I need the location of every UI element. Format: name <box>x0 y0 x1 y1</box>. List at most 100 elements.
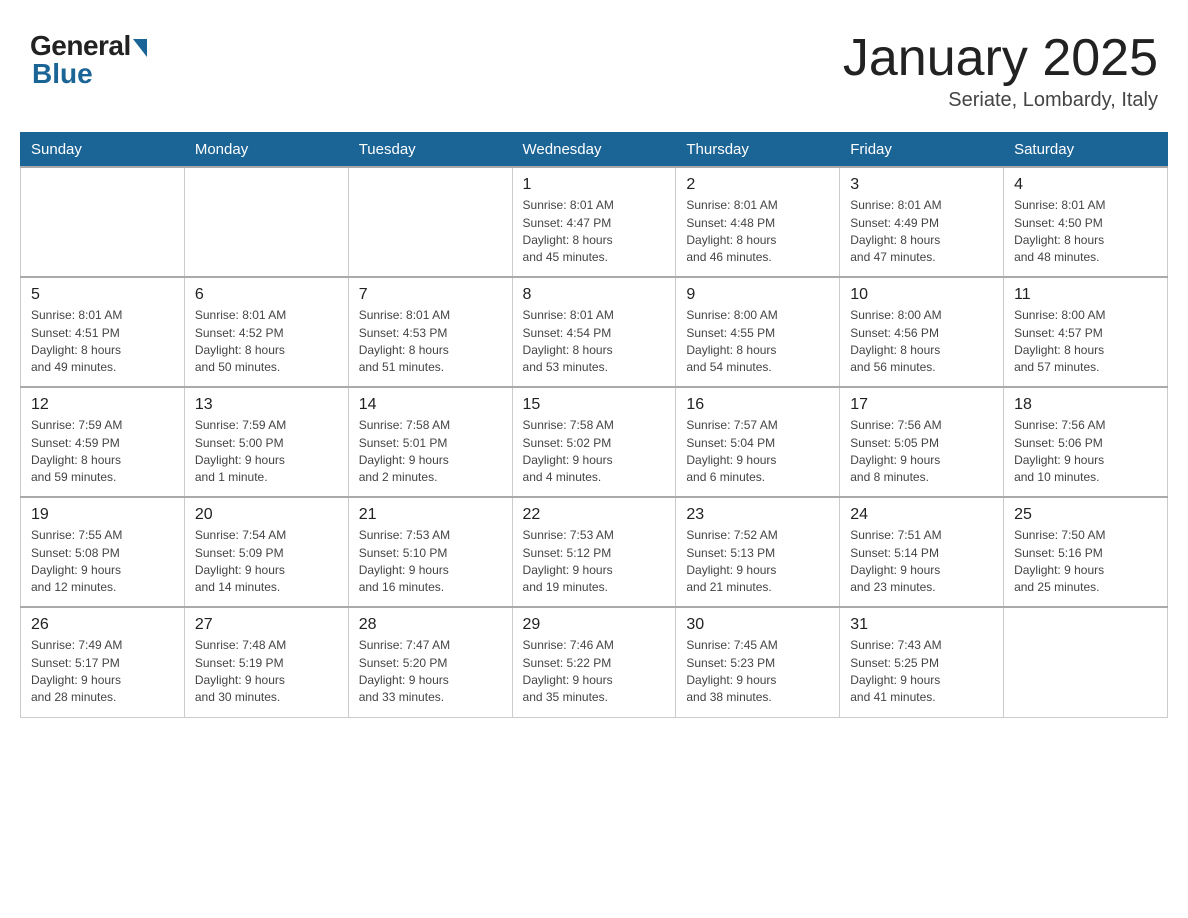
sun-info: Sunrise: 7:45 AM Sunset: 5:23 PM Dayligh… <box>686 637 829 707</box>
day-number: 10 <box>850 286 993 304</box>
day-number: 26 <box>31 616 174 634</box>
calendar-cell: 29 Sunrise: 7:46 AM Sunset: 5:22 PM Dayli… <box>512 607 676 717</box>
sun-info: Sunrise: 7:43 AM Sunset: 5:25 PM Dayligh… <box>850 637 993 707</box>
calendar-cell: 30 Sunrise: 7:45 AM Sunset: 5:23 PM Dayli… <box>676 607 840 717</box>
day-number: 31 <box>850 616 993 634</box>
sun-info: Sunrise: 7:56 AM Sunset: 5:06 PM Dayligh… <box>1014 417 1157 487</box>
sun-info: Sunrise: 7:48 AM Sunset: 5:19 PM Dayligh… <box>195 637 338 707</box>
calendar-cell: 21Sunrise: 7:53 AM Sunset: 5:10 PM Dayli… <box>348 497 512 607</box>
calendar-week-row: 19Sunrise: 7:55 AM Sunset: 5:08 PM Dayli… <box>21 497 1168 607</box>
calendar-week-row: 12Sunrise: 7:59 AM Sunset: 4:59 PM Dayli… <box>21 387 1168 497</box>
calendar-cell: 14 Sunrise: 7:58 AM Sunset: 5:01 PM Dayli… <box>348 387 512 497</box>
calendar-cell <box>21 167 185 277</box>
calendar-cell: 13 Sunrise: 7:59 AM Sunset: 5:00 PM Dayli… <box>184 387 348 497</box>
sun-info: Sunrise: 7:47 AM Sunset: 5:20 PM Dayligh… <box>359 637 502 707</box>
day-number: 30 <box>686 616 829 634</box>
sun-info: Sunrise: 7:58 AM Sunset: 5:02 PM Dayligh… <box>523 417 666 487</box>
calendar-cell <box>1004 607 1168 717</box>
day-number: 13 <box>195 396 338 414</box>
sun-info: Sunrise: 8:01 AM Sunset: 4:52 PM Dayligh… <box>195 307 338 377</box>
sun-info: Sunrise: 8:01 AM Sunset: 4:48 PM Dayligh… <box>686 197 829 267</box>
sun-info: Sunrise: 8:01 AM Sunset: 4:53 PM Dayligh… <box>359 307 502 377</box>
day-number: 29 <box>523 616 666 634</box>
calendar-cell: 2 Sunrise: 8:01 AM Sunset: 4:48 PM Daylig… <box>676 167 840 277</box>
sun-info: Sunrise: 7:53 AM Sunset: 5:12 PM Dayligh… <box>523 527 666 597</box>
day-number: 24 <box>850 506 993 524</box>
day-number: 9 <box>686 286 829 304</box>
calendar-cell: 1 Sunrise: 8:01 AM Sunset: 4:47 PM Daylig… <box>512 167 676 277</box>
calendar-cell: 12Sunrise: 7:59 AM Sunset: 4:59 PM Dayli… <box>21 387 185 497</box>
calendar-cell: 15Sunrise: 7:58 AM Sunset: 5:02 PM Dayli… <box>512 387 676 497</box>
day-number: 11 <box>1014 286 1157 304</box>
calendar-cell: 16 Sunrise: 7:57 AM Sunset: 5:04 PM Dayli… <box>676 387 840 497</box>
calendar-cell: 28 Sunrise: 7:47 AM Sunset: 5:20 PM Dayli… <box>348 607 512 717</box>
sun-info: Sunrise: 7:54 AM Sunset: 5:09 PM Dayligh… <box>195 527 338 597</box>
calendar-header-friday: Friday <box>840 133 1004 168</box>
sun-info: Sunrise: 7:57 AM Sunset: 5:04 PM Dayligh… <box>686 417 829 487</box>
day-number: 8 <box>523 286 666 304</box>
calendar-cell: 23 Sunrise: 7:52 AM Sunset: 5:13 PM Dayli… <box>676 497 840 607</box>
day-number: 2 <box>686 176 829 194</box>
page-header: General Blue January 2025 Seriate, Lomba… <box>20 20 1168 122</box>
sun-info: Sunrise: 8:01 AM Sunset: 4:51 PM Dayligh… <box>31 307 174 377</box>
calendar-header-tuesday: Tuesday <box>348 133 512 168</box>
calendar-cell: 9 Sunrise: 8:00 AM Sunset: 4:55 PM Daylig… <box>676 277 840 387</box>
calendar-header-thursday: Thursday <box>676 133 840 168</box>
calendar-header-sunday: Sunday <box>21 133 185 168</box>
day-number: 22 <box>523 506 666 524</box>
calendar-cell: 25 Sunrise: 7:50 AM Sunset: 5:16 PM Dayli… <box>1004 497 1168 607</box>
calendar-title: January 2025 <box>843 30 1158 87</box>
sun-info: Sunrise: 8:00 AM Sunset: 4:57 PM Dayligh… <box>1014 307 1157 377</box>
calendar-cell: 10 Sunrise: 8:00 AM Sunset: 4:56 PM Dayli… <box>840 277 1004 387</box>
sun-info: Sunrise: 7:46 AM Sunset: 5:22 PM Dayligh… <box>523 637 666 707</box>
sun-info: Sunrise: 7:59 AM Sunset: 5:00 PM Dayligh… <box>195 417 338 487</box>
title-block: January 2025 Seriate, Lombardy, Italy <box>843 30 1158 112</box>
day-number: 12 <box>31 396 174 414</box>
sun-info: Sunrise: 7:50 AM Sunset: 5:16 PM Dayligh… <box>1014 527 1157 597</box>
calendar-cell: 7 Sunrise: 8:01 AM Sunset: 4:53 PM Daylig… <box>348 277 512 387</box>
calendar-cell <box>184 167 348 277</box>
calendar-cell: 27 Sunrise: 7:48 AM Sunset: 5:19 PM Dayli… <box>184 607 348 717</box>
day-number: 21 <box>359 506 502 524</box>
calendar-week-row: 26 Sunrise: 7:49 AM Sunset: 5:17 PM Dayli… <box>21 607 1168 717</box>
day-number: 17 <box>850 396 993 414</box>
sun-info: Sunrise: 8:01 AM Sunset: 4:54 PM Dayligh… <box>523 307 666 377</box>
day-number: 23 <box>686 506 829 524</box>
calendar-cell: 26 Sunrise: 7:49 AM Sunset: 5:17 PM Dayli… <box>21 607 185 717</box>
day-number: 28 <box>359 616 502 634</box>
calendar-cell <box>348 167 512 277</box>
sun-info: Sunrise: 8:01 AM Sunset: 4:47 PM Dayligh… <box>523 197 666 267</box>
calendar-cell: 31 Sunrise: 7:43 AM Sunset: 5:25 PM Dayli… <box>840 607 1004 717</box>
day-number: 5 <box>31 286 174 304</box>
day-number: 20 <box>195 506 338 524</box>
sun-info: Sunrise: 8:00 AM Sunset: 4:55 PM Dayligh… <box>686 307 829 377</box>
sun-info: Sunrise: 7:52 AM Sunset: 5:13 PM Dayligh… <box>686 527 829 597</box>
calendar-week-row: 5 Sunrise: 8:01 AM Sunset: 4:51 PM Daylig… <box>21 277 1168 387</box>
day-number: 25 <box>1014 506 1157 524</box>
sun-info: Sunrise: 7:49 AM Sunset: 5:17 PM Dayligh… <box>31 637 174 707</box>
day-number: 14 <box>359 396 502 414</box>
calendar-cell: 20 Sunrise: 7:54 AM Sunset: 5:09 PM Dayli… <box>184 497 348 607</box>
sun-info: Sunrise: 7:58 AM Sunset: 5:01 PM Dayligh… <box>359 417 502 487</box>
sun-info: Sunrise: 8:00 AM Sunset: 4:56 PM Dayligh… <box>850 307 993 377</box>
calendar-cell: 22 Sunrise: 7:53 AM Sunset: 5:12 PM Dayli… <box>512 497 676 607</box>
day-number: 3 <box>850 176 993 194</box>
sun-info: Sunrise: 8:01 AM Sunset: 4:49 PM Dayligh… <box>850 197 993 267</box>
calendar-cell: 8 Sunrise: 8:01 AM Sunset: 4:54 PM Daylig… <box>512 277 676 387</box>
day-number: 1 <box>523 176 666 194</box>
calendar-cell: 19Sunrise: 7:55 AM Sunset: 5:08 PM Dayli… <box>21 497 185 607</box>
calendar-cell: 5 Sunrise: 8:01 AM Sunset: 4:51 PM Daylig… <box>21 277 185 387</box>
calendar-header-saturday: Saturday <box>1004 133 1168 168</box>
day-number: 18 <box>1014 396 1157 414</box>
sun-info: Sunrise: 7:51 AM Sunset: 5:14 PM Dayligh… <box>850 527 993 597</box>
calendar-cell: 6Sunrise: 8:01 AM Sunset: 4:52 PM Daylig… <box>184 277 348 387</box>
day-number: 27 <box>195 616 338 634</box>
day-number: 7 <box>359 286 502 304</box>
sun-info: Sunrise: 7:55 AM Sunset: 5:08 PM Dayligh… <box>31 527 174 597</box>
day-number: 16 <box>686 396 829 414</box>
calendar-cell: 11 Sunrise: 8:00 AM Sunset: 4:57 PM Dayli… <box>1004 277 1168 387</box>
calendar-location: Seriate, Lombardy, Italy <box>843 89 1158 112</box>
calendar-cell: 17Sunrise: 7:56 AM Sunset: 5:05 PM Dayli… <box>840 387 1004 497</box>
logo-arrow-icon <box>133 39 147 57</box>
calendar-cell: 18 Sunrise: 7:56 AM Sunset: 5:06 PM Dayli… <box>1004 387 1168 497</box>
